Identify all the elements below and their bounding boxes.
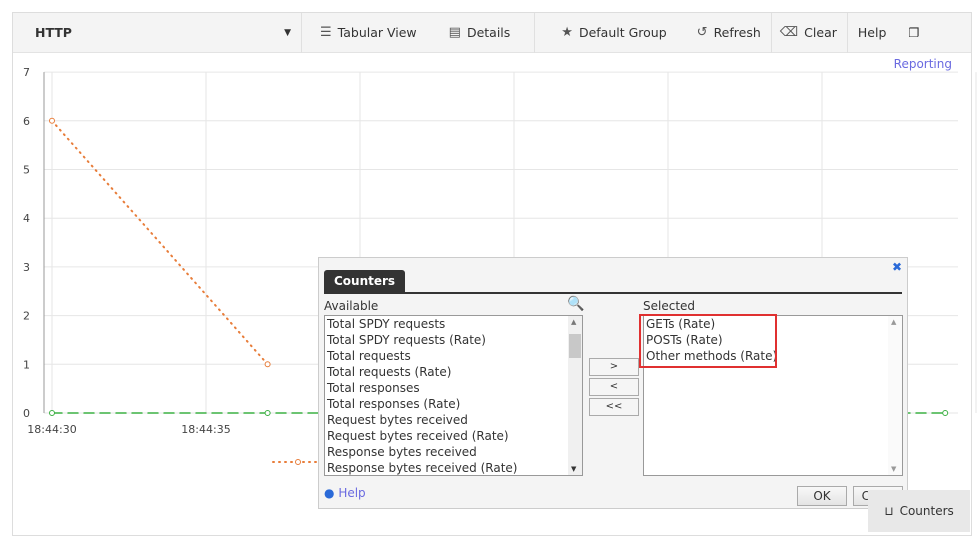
available-item[interactable]: Request bytes received [325,412,582,428]
clear-button[interactable]: ⌫ Clear [772,13,847,53]
y-tick-label: 0 [23,407,30,420]
scrollbar[interactable]: ▲ ▼ [888,316,902,475]
dropdown-arrow-icon: ▼ [284,27,291,38]
y-tick-label: 6 [23,115,30,128]
group-label: HTTP [35,25,72,40]
highlight-box [639,314,777,368]
available-item[interactable]: Response bytes received [325,444,582,460]
refresh-button[interactable]: ↺ Refresh [677,13,771,53]
label: Refresh [713,25,761,40]
tabular-view-button[interactable]: ☰ Tabular View [302,13,427,53]
available-item[interactable]: Total responses (Rate) [325,396,582,412]
star-icon: ★ [561,25,573,40]
available-item[interactable]: Response bytes received (Rate) [325,460,582,475]
refresh-icon: ↺ [696,25,708,40]
counters-tab[interactable]: Counters [324,270,406,292]
label: Details [466,25,511,40]
label: Tabular View [337,25,417,40]
close-icon[interactable]: ✖ [892,260,902,274]
label: Help [857,25,887,40]
data-point [264,410,271,416]
y-tick-label: 4 [23,212,30,225]
default-group-button[interactable]: ★ Default Group [535,13,676,53]
details-button[interactable]: ▤ Details [427,13,521,53]
x-tick-label: 18:44:35 [181,423,230,436]
document-icon: ▤ [448,25,461,40]
scrollbar[interactable]: ▲ ▼ [568,316,582,475]
available-item[interactable]: Total SPDY requests (Rate) [325,332,582,348]
help-icon: ● [324,486,335,500]
ok-button[interactable]: OK [797,486,847,506]
label: Counters [899,504,954,518]
help-button[interactable]: Help [848,13,897,53]
y-tick-label: 3 [23,261,30,274]
clear-icon: ⌫ [779,25,799,40]
counters-icon: ⊔ [884,504,894,518]
legend-marker [295,459,301,465]
x-tick-label: 18:44:30 [27,423,76,436]
available-item[interactable]: Total requests (Rate) [325,364,582,380]
available-list[interactable]: ▲ ▼ Total SPDY requests Total SPDY request… [324,315,583,476]
remove-all-button[interactable]: << [589,398,639,416]
data-point [264,361,271,368]
search-icon[interactable]: 🔍 [567,296,584,312]
add-button[interactable]: > [589,358,639,376]
available-item[interactable]: Request bytes received (Rate) [325,428,582,444]
restore-window-icon[interactable]: ❐ [896,13,929,53]
table-icon: ☰ [320,25,332,40]
label: Default Group [578,25,667,40]
help-link[interactable]: ● Help [324,486,366,500]
y-tick-label: 2 [23,310,30,323]
data-point [49,410,55,416]
remove-button[interactable]: < [589,378,639,396]
toolbar: HTTP ▼ ☰ Tabular View ▤ Details ★ Default Gr… [13,12,971,53]
counters-dialog: Counters ✖ Available 🔍 Selected ▲ ▼ Total… [318,257,908,509]
available-item[interactable]: Total responses [325,380,582,396]
series-line [51,119,269,366]
available-item[interactable]: Total SPDY requests [325,316,582,332]
selected-label: Selected [643,299,696,313]
data-point [49,117,55,124]
available-item[interactable]: Total requests [325,348,582,364]
group-select[interactable]: HTTP ▼ [13,13,301,53]
y-tick-label: 5 [23,164,30,177]
counters-button[interactable]: ⊔ Counters [868,490,970,532]
available-label: Available [324,299,379,313]
help-label: Help [338,486,366,500]
data-point [942,410,949,416]
label: Clear [804,25,837,40]
y-tick-label: 7 [23,66,30,79]
y-tick-label: 1 [23,358,30,371]
